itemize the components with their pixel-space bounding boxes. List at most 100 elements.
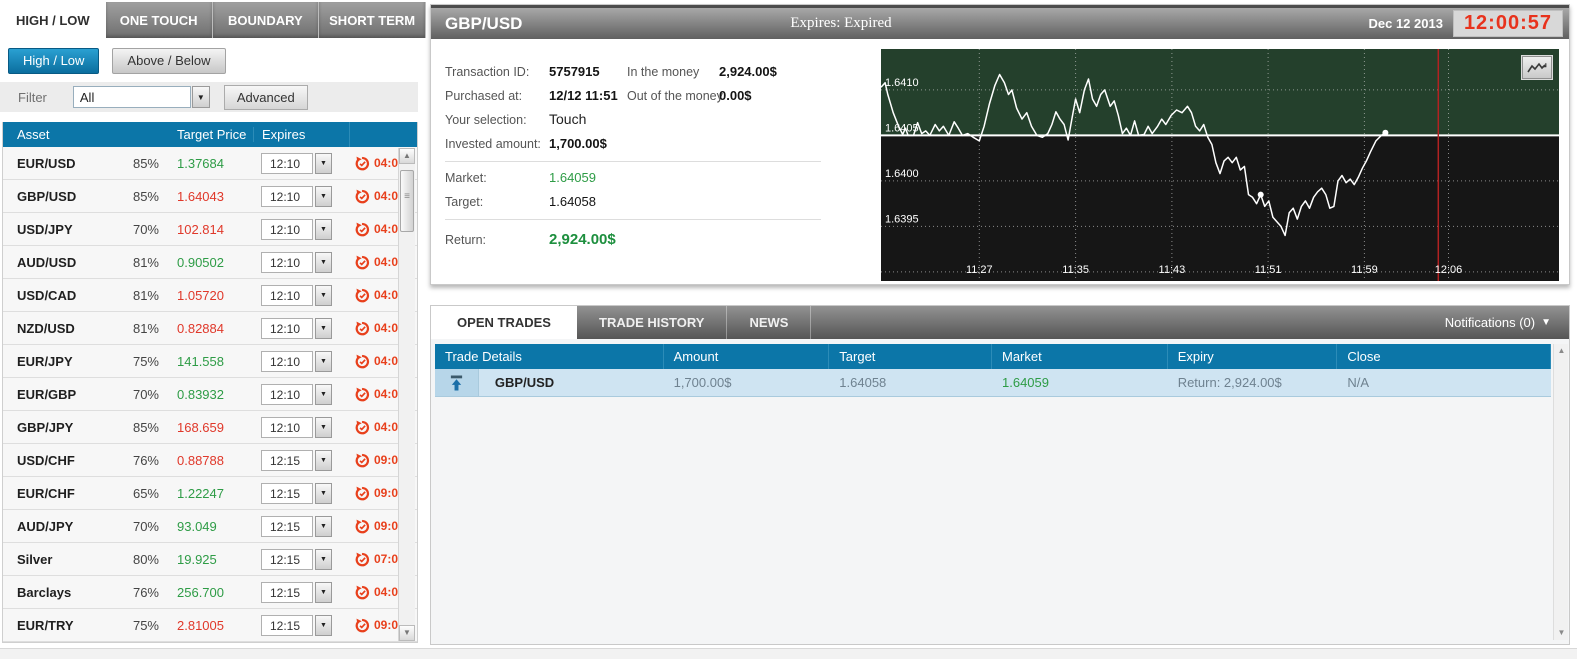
- asset-row-eur-try[interactable]: EUR/TRY75%2.8100512:15▼ 09:03: [3, 609, 417, 642]
- chevron-down-icon[interactable]: ▼: [192, 86, 210, 108]
- asset-table-scrollbar[interactable]: ▲ ▼: [398, 148, 415, 641]
- chevron-down-icon[interactable]: ▼: [315, 483, 332, 504]
- expiry-select-value: 12:10: [261, 417, 313, 438]
- advanced-button[interactable]: Advanced: [224, 85, 308, 110]
- asset-payout: 70%: [111, 519, 169, 534]
- asset-row-nzd-usd[interactable]: NZD/USD81%0.8288412:10▼ 04:03: [3, 312, 417, 345]
- expiry-select[interactable]: 12:15▼: [261, 482, 332, 504]
- tab-trade-history[interactable]: TRADE HISTORY: [577, 306, 727, 339]
- expiry-select[interactable]: 12:10▼: [261, 383, 332, 405]
- expiry-select[interactable]: 12:10▼: [261, 416, 332, 438]
- expiry-select[interactable]: 12:15▼: [261, 449, 332, 471]
- tab-high-low[interactable]: HIGH / LOW: [0, 2, 106, 38]
- chevron-down-icon[interactable]: ▼: [315, 549, 332, 570]
- subtab-high-low[interactable]: High / Low: [8, 48, 99, 74]
- tab-short-term[interactable]: SHORT TERM: [319, 2, 426, 38]
- horizontal-scrollbar[interactable]: [0, 648, 1577, 659]
- expiry-select[interactable]: 12:15▼: [261, 614, 332, 636]
- chevron-down-icon[interactable]: ▼: [315, 219, 332, 240]
- tab-news[interactable]: NEWS: [727, 306, 811, 339]
- trades-scrollbar[interactable]: ▲ ▼: [1553, 344, 1568, 640]
- expiry-select[interactable]: 12:15▼: [261, 581, 332, 603]
- chevron-down-icon[interactable]: ▼: [315, 351, 332, 372]
- filter-select[interactable]: All ▼: [73, 86, 210, 108]
- asset-row-usd-cad[interactable]: USD/CAD81%1.0572012:10▼ 04:03: [3, 279, 417, 312]
- chevron-down-icon[interactable]: ▼: [315, 318, 332, 339]
- asset-row-silver[interactable]: Silver80%19.92512:15▼ 07:03: [3, 543, 417, 576]
- expiry-select-value: 12:15: [261, 549, 313, 570]
- expiry-select[interactable]: 12:10▼: [261, 317, 332, 339]
- asset-payout: 76%: [111, 585, 169, 600]
- expiry-select[interactable]: 12:10▼: [261, 350, 332, 372]
- scroll-up-icon[interactable]: ▲: [399, 148, 415, 164]
- expiry-select-value: 12:10: [261, 186, 313, 207]
- open-trade-row-gbp-usd[interactable]: GBP/USD1,700.00$1.640581.64059Return: 2,…: [435, 369, 1551, 397]
- expiry-select-value: 12:10: [261, 318, 313, 339]
- asset-row-eur-chf[interactable]: EUR/CHF65%1.2224712:15▼ 09:03: [3, 477, 417, 510]
- scroll-up-icon[interactable]: ▲: [1555, 344, 1568, 358]
- chevron-down-icon[interactable]: ▼: [315, 153, 332, 174]
- subtab-above-below[interactable]: Above / Below: [112, 48, 225, 74]
- option-type-tabs: HIGH / LOWONE TOUCHBOUNDARYSHORT TERM: [0, 2, 426, 38]
- market-label: Market:: [445, 171, 487, 185]
- asset-name: EUR/USD: [3, 156, 111, 171]
- countdown-timer-icon: [355, 255, 370, 270]
- expiry-select[interactable]: 12:10▼: [261, 218, 332, 240]
- asset-payout: 85%: [111, 420, 169, 435]
- chevron-down-icon[interactable]: ▼: [315, 582, 332, 603]
- countdown-timer-icon: [355, 387, 370, 402]
- asset-row-usd-chf[interactable]: USD/CHF76%0.8878812:15▼ 09:03: [3, 444, 417, 477]
- asset-name: USD/JPY: [3, 222, 111, 237]
- chevron-down-icon[interactable]: ▼: [315, 186, 332, 207]
- expiry-select[interactable]: 12:10▼: [261, 251, 332, 273]
- invested-value: 1,700.00$: [549, 136, 607, 151]
- asset-row-barclays[interactable]: Barclays76%256.70012:15▼ 04:03: [3, 576, 417, 609]
- chevron-down-icon[interactable]: ▼: [315, 384, 332, 405]
- asset-payout: 85%: [111, 189, 169, 204]
- expires-value: Expired: [844, 15, 891, 31]
- countdown-timer-icon: [355, 420, 370, 435]
- scroll-down-icon[interactable]: ▼: [1555, 626, 1568, 640]
- asset-target-price: 0.83932: [169, 387, 253, 402]
- asset-target-price: 1.64043: [169, 189, 253, 204]
- chevron-down-icon[interactable]: ▼: [315, 252, 332, 273]
- transaction-id-label: Transaction ID:: [445, 65, 529, 79]
- asset-table: Asset Target Price Expires EUR/USD85%1.3…: [2, 122, 418, 643]
- svg-text:11:43: 11:43: [1159, 264, 1186, 276]
- asset-row-eur-jpy[interactable]: EUR/JPY75%141.55812:10▼ 04:03: [3, 345, 417, 378]
- chevron-down-icon[interactable]: ▼: [315, 516, 332, 537]
- trade-target: 1.64058: [829, 369, 992, 396]
- asset-target-price: 102.814: [169, 222, 253, 237]
- tab-boundary[interactable]: BOUNDARY: [213, 2, 320, 38]
- chevron-down-icon[interactable]: ▼: [315, 417, 332, 438]
- asset-row-gbp-jpy[interactable]: GBP/JPY85%168.65912:10▼ 04:03: [3, 411, 417, 444]
- open-trades-rows: GBP/USD1,700.00$1.640581.64059Return: 2,…: [435, 369, 1551, 397]
- asset-row-gbp-usd[interactable]: GBP/USD85%1.6404312:10▼ 04:03: [3, 180, 417, 213]
- expiry-select[interactable]: 12:15▼: [261, 548, 332, 570]
- scroll-down-icon[interactable]: ▼: [399, 625, 415, 641]
- scrollbar-thumb[interactable]: [400, 170, 414, 232]
- asset-row-eur-usd[interactable]: EUR/USD85%1.3768412:10▼ 04:03: [3, 147, 417, 180]
- asset-row-usd-jpy[interactable]: USD/JPY70%102.81412:10▼ 04:03: [3, 213, 417, 246]
- notifications-dropdown[interactable]: Notifications (0)▼: [1445, 306, 1569, 339]
- tab-open-trades[interactable]: OPEN TRADES: [431, 306, 577, 339]
- asset-row-eur-gbp[interactable]: EUR/GBP70%0.8393212:10▼ 04:03: [3, 378, 417, 411]
- expiry-select[interactable]: 12:15▼: [261, 515, 332, 537]
- position-header: GBP/USD Expires: Expired Dec 12 2013 12:…: [431, 5, 1569, 39]
- expiry-select[interactable]: 12:10▼: [261, 152, 332, 174]
- chart-type-button[interactable]: [1522, 56, 1552, 79]
- asset-payout: 81%: [111, 255, 169, 270]
- expiry-select[interactable]: 12:10▼: [261, 185, 332, 207]
- asset-row-aud-usd[interactable]: AUD/USD81%0.9050212:10▼ 04:03: [3, 246, 417, 279]
- tab-one-touch[interactable]: ONE TOUCH: [106, 2, 213, 38]
- chevron-down-icon[interactable]: ▼: [315, 615, 332, 636]
- server-clock: 12:00:57: [1453, 10, 1563, 37]
- chevron-down-icon[interactable]: ▼: [315, 285, 332, 306]
- asset-target-price: 0.90502: [169, 255, 253, 270]
- expiry-select[interactable]: 12:10▼: [261, 284, 332, 306]
- chevron-down-icon[interactable]: ▼: [315, 450, 332, 471]
- purchased-at-value: 12/12 11:51: [549, 88, 618, 103]
- asset-row-aud-jpy[interactable]: AUD/JPY70%93.04912:15▼ 09:03: [3, 510, 417, 543]
- notifications-label: Notifications (0): [1445, 315, 1535, 330]
- asset-target-price: 19.925: [169, 552, 253, 567]
